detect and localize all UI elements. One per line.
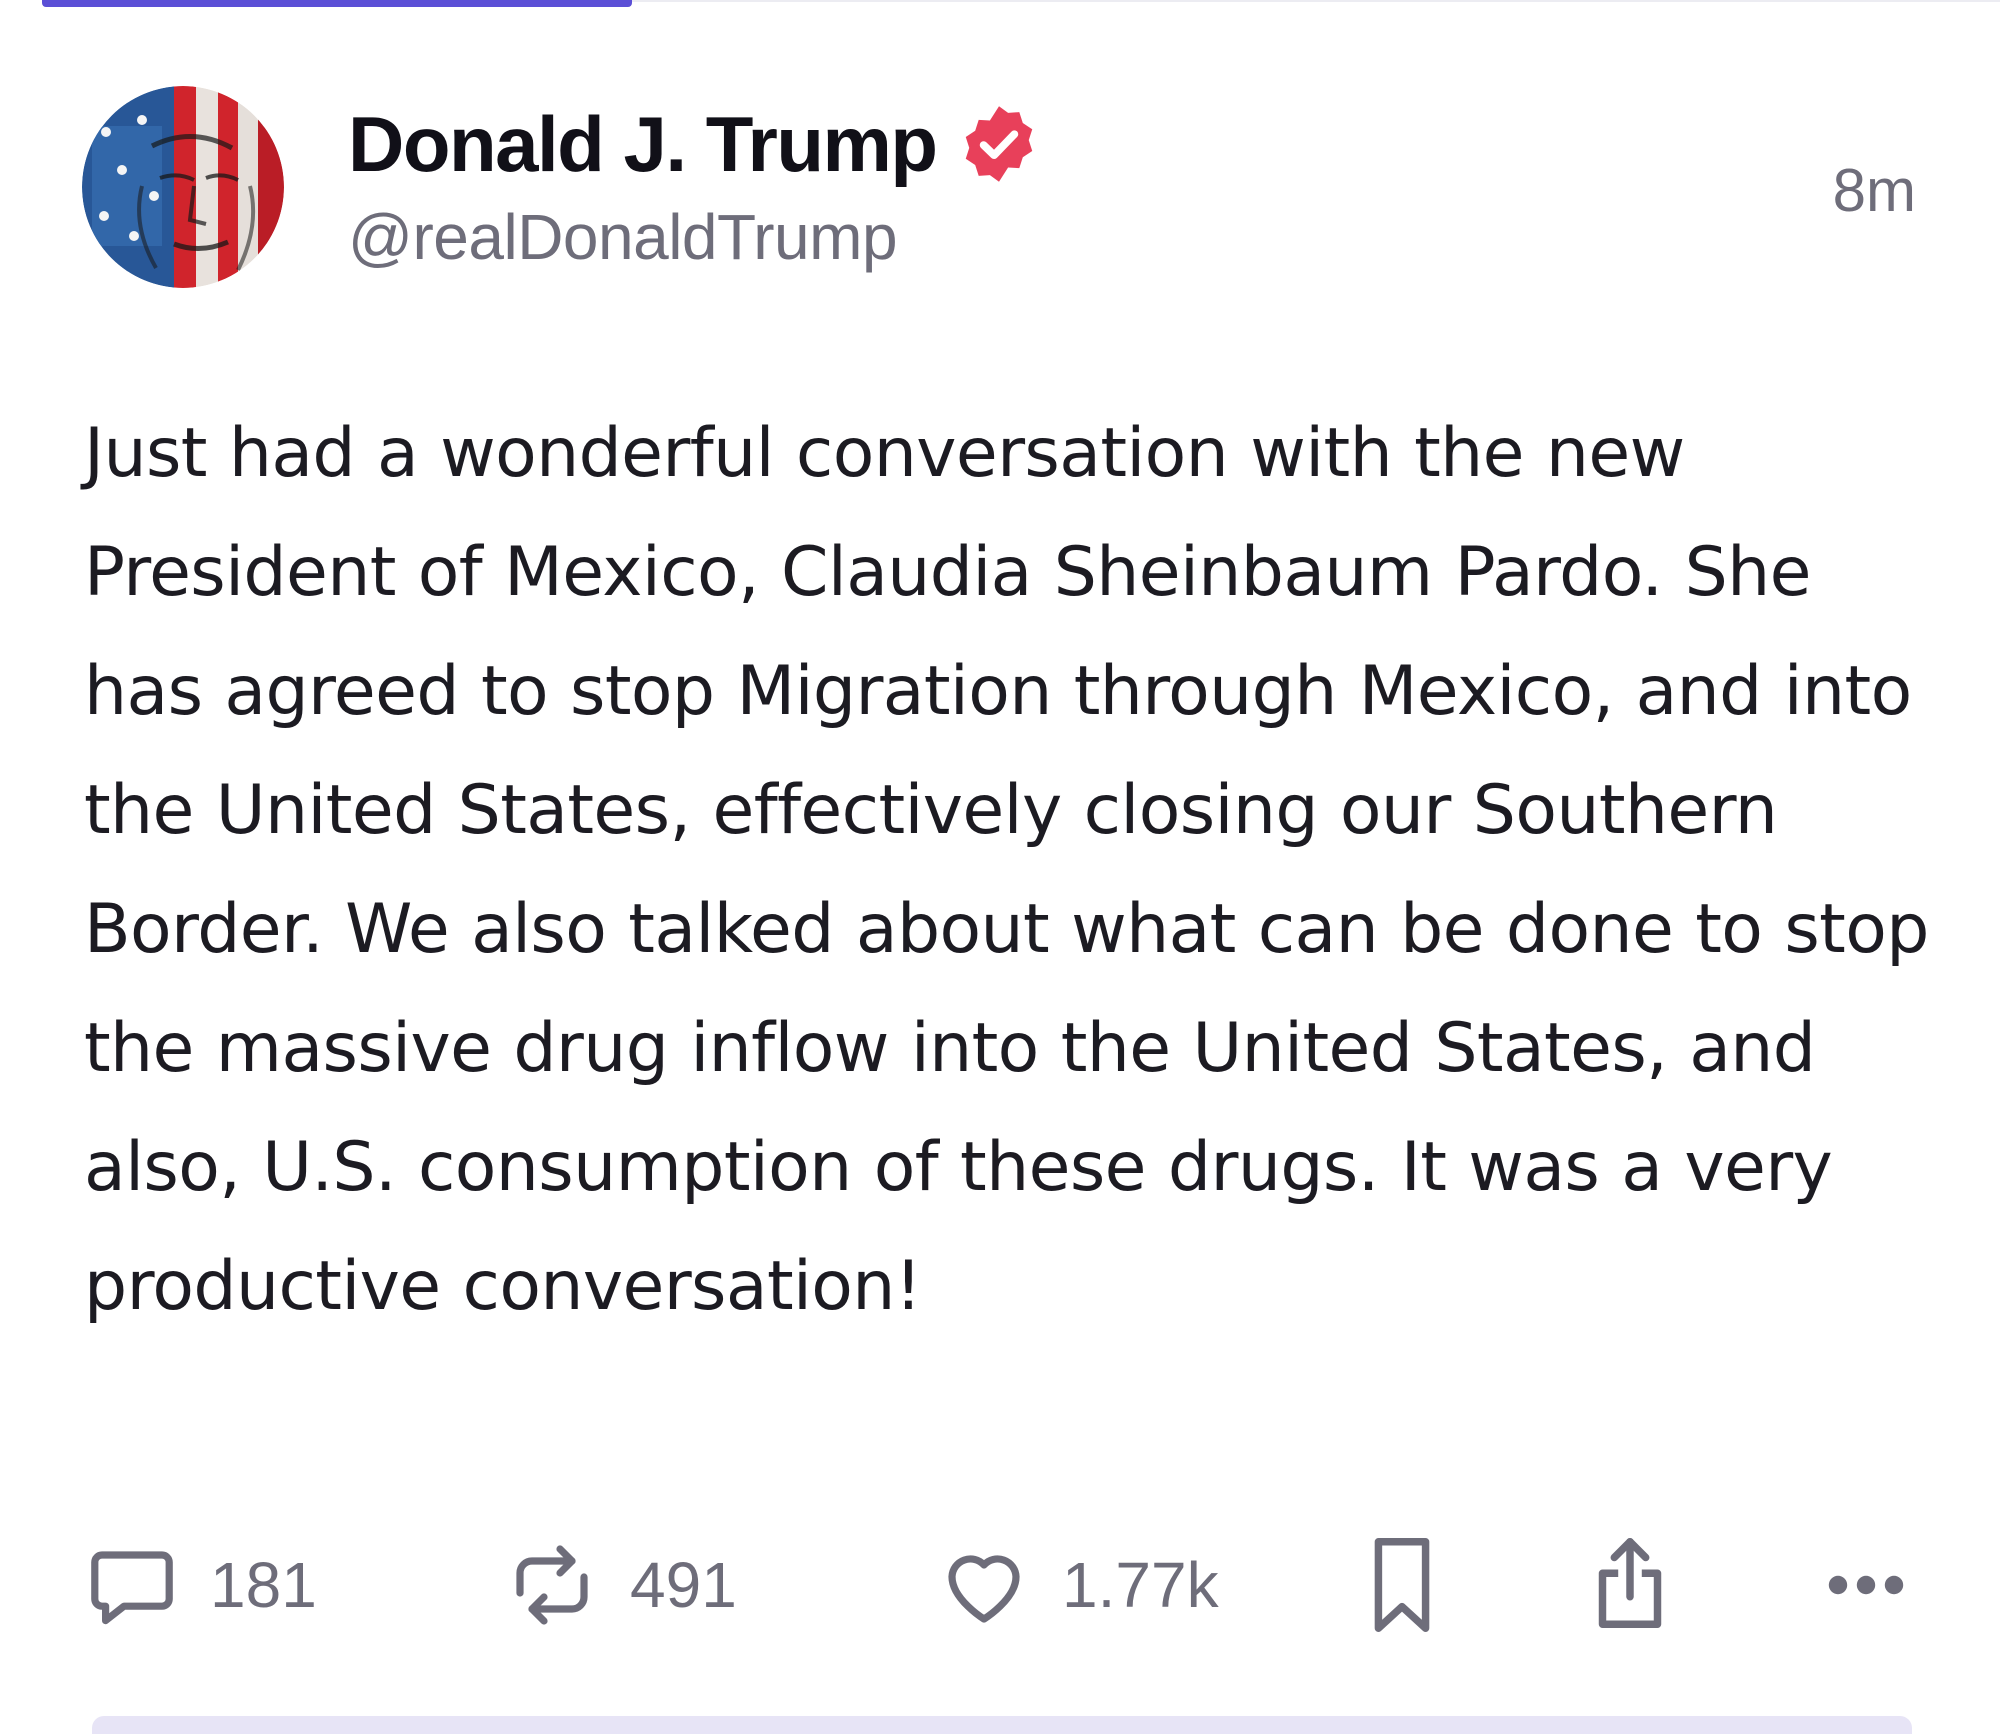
reply-count: 181 bbox=[210, 1549, 317, 1621]
retruth-icon bbox=[504, 1537, 600, 1633]
author-name-row: Donald J. Trump bbox=[348, 92, 1041, 196]
like-button[interactable]: 1.77k bbox=[936, 1530, 1219, 1640]
retruth-button[interactable]: 491 bbox=[504, 1530, 737, 1640]
share-icon bbox=[1582, 1530, 1678, 1640]
bookmark-button[interactable] bbox=[1354, 1530, 1450, 1640]
retruth-count: 491 bbox=[630, 1549, 737, 1621]
avatar[interactable] bbox=[82, 86, 284, 288]
post-actions-bar: 181 491 1.77k bbox=[84, 1530, 1914, 1640]
avatar-image bbox=[82, 86, 284, 288]
author-handle[interactable]: @realDonaldTrump bbox=[348, 200, 1041, 274]
reply-icon bbox=[84, 1537, 180, 1633]
post-timestamp[interactable]: 8m bbox=[1833, 156, 1916, 225]
more-options-button[interactable] bbox=[1818, 1530, 1914, 1640]
bookmark-icon bbox=[1354, 1530, 1450, 1640]
reply-button[interactable]: 181 bbox=[84, 1530, 317, 1640]
share-button[interactable] bbox=[1582, 1530, 1678, 1640]
author-name[interactable]: Donald J. Trump bbox=[348, 105, 938, 183]
post-card: Donald J. Trump @realDonaldTrump 8m Just… bbox=[0, 0, 2000, 1734]
author-block: Donald J. Trump @realDonaldTrump bbox=[348, 92, 1041, 274]
post-body-text: Just had a wonderful conversation with t… bbox=[84, 414, 1929, 1326]
verified-badge-icon bbox=[957, 102, 1041, 186]
next-post-edge bbox=[92, 1716, 1912, 1734]
more-icon bbox=[1818, 1565, 1914, 1605]
like-icon bbox=[936, 1537, 1032, 1633]
like-count: 1.77k bbox=[1062, 1549, 1219, 1621]
